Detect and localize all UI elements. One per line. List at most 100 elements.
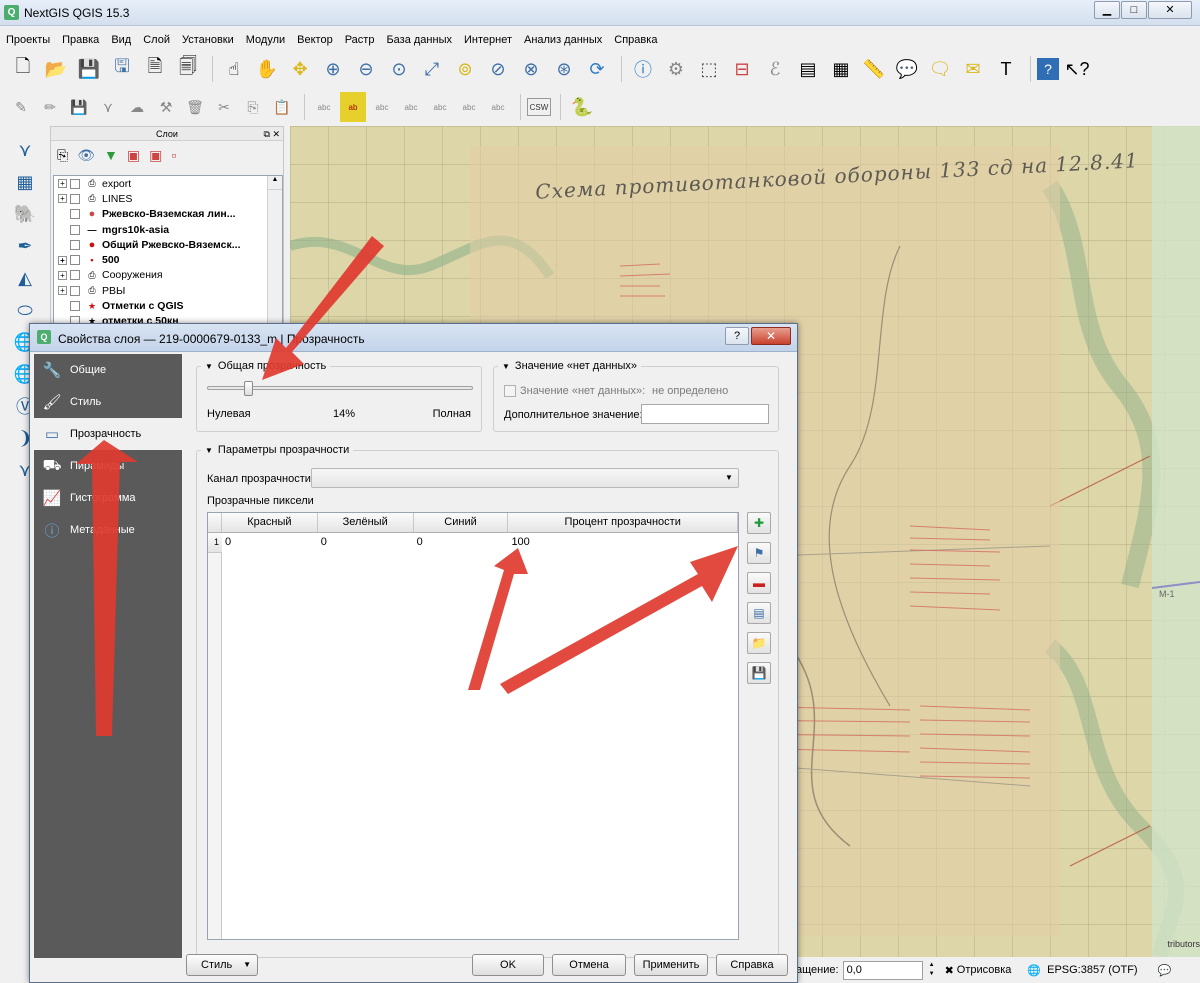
expand-toggle[interactable]: +	[58, 194, 67, 204]
nav-metadata[interactable]: ⓘ Метаданные	[34, 514, 182, 546]
save-edits-icon[interactable]: 💾	[66, 92, 92, 122]
crs-label[interactable]: EPSG:3857 (OTF)	[1047, 964, 1137, 976]
column-header[interactable]: Синий	[414, 513, 509, 532]
menu-vector[interactable]: Вектор	[291, 31, 339, 49]
move-feature-icon[interactable]: ☁	[124, 92, 150, 122]
new-project-icon[interactable]: 🗋	[8, 54, 38, 84]
expand-toggle[interactable]: +	[58, 270, 67, 280]
layer-item[interactable]: + ⎙ РВЫ	[54, 283, 282, 298]
label-icon[interactable]: abc	[311, 92, 337, 122]
menu-raster[interactable]: Растр	[339, 31, 381, 49]
filter-legend-icon[interactable]: ▼	[104, 147, 118, 163]
composer-manager-icon[interactable]: 🗐	[173, 54, 203, 84]
zoom-native-icon[interactable]: ⊙	[384, 54, 414, 84]
nav-pyramids[interactable]: ⛟ Пирамиды	[34, 450, 182, 482]
column-header[interactable]: Красный	[222, 513, 318, 532]
pin-label-icon[interactable]: abc	[369, 92, 395, 122]
add-oracle-layer-icon[interactable]: ⬭	[8, 294, 42, 326]
zoom-in-icon[interactable]: ⊕	[318, 54, 348, 84]
percent-cell[interactable]: 100	[508, 533, 738, 553]
add-raster-layer-icon[interactable]: ▦	[8, 166, 42, 198]
green-cell[interactable]: 0	[318, 533, 414, 553]
layer-visibility-checkbox[interactable]	[70, 178, 80, 189]
highlight-label-icon[interactable]: ab	[340, 92, 366, 122]
zoom-out-icon[interactable]: ⊖	[351, 54, 381, 84]
measure-icon[interactable]: 📏	[859, 54, 889, 84]
refresh-icon[interactable]: ⟳	[582, 54, 612, 84]
select-icon[interactable]: ⬚	[694, 54, 724, 84]
collapse-triangle-icon[interactable]: ▼	[205, 362, 213, 371]
add-mssql-layer-icon[interactable]: ◭	[8, 262, 42, 294]
pan-icon[interactable]: ✋	[252, 54, 282, 84]
zoom-last-icon[interactable]: ⊗	[516, 54, 546, 84]
layer-item[interactable]: + ⎙ LINES	[54, 191, 282, 206]
table-row[interactable]: 1 0 0 0 100	[208, 533, 738, 553]
menu-layer[interactable]: Слой	[137, 31, 176, 49]
float-panel-icon[interactable]: ⧉	[264, 129, 270, 139]
annotation-icon[interactable]: 💬	[892, 54, 922, 84]
tips-icon[interactable]: 🗨	[925, 54, 955, 84]
layer-item[interactable]: ★ Отметки с QGIS	[54, 298, 282, 313]
export-file-icon[interactable]: 💾	[747, 662, 771, 684]
zoom-to-layer-icon[interactable]: ⊘	[483, 54, 513, 84]
menu-web[interactable]: Интернет	[458, 31, 518, 49]
dialog-help-button[interactable]: ?	[725, 327, 749, 345]
zoom-next-icon[interactable]: ⊛	[549, 54, 579, 84]
layer-visibility-checkbox[interactable]	[70, 193, 80, 204]
style-button[interactable]: Стиль ▼	[186, 954, 258, 976]
add-spatialite-layer-icon[interactable]: ✒	[8, 230, 42, 262]
help-button[interactable]: Справка	[716, 954, 788, 976]
remove-value-icon[interactable]: ▬	[747, 572, 771, 594]
nodata-checkbox[interactable]	[504, 385, 516, 397]
expression-icon[interactable]: ℰ	[760, 54, 790, 84]
help-icon[interactable]: ?	[1037, 58, 1059, 80]
add-feature-icon[interactable]: ⋎	[95, 92, 121, 122]
column-header[interactable]: Зелёный	[318, 513, 414, 532]
menu-analysis[interactable]: Анализ данных	[518, 31, 608, 49]
delete-selected-icon[interactable]: 🗑	[182, 92, 208, 122]
open-project-icon[interactable]: 📂	[41, 54, 71, 84]
action-icon[interactable]: ⚙	[661, 54, 691, 84]
crs-globe-icon[interactable]: 🌐	[1027, 964, 1041, 977]
blue-cell[interactable]: 0	[414, 533, 509, 553]
cut-features-icon[interactable]: ✂	[211, 92, 237, 122]
red-cell[interactable]: 0	[222, 533, 318, 553]
expand-all-icon[interactable]: ▣	[149, 147, 162, 164]
additional-value-input[interactable]	[641, 404, 769, 424]
minimize-button[interactable]: ▁	[1094, 1, 1120, 19]
layer-visibility-checkbox[interactable]	[70, 285, 80, 296]
menu-projects[interactable]: Проекты	[0, 31, 56, 49]
show-hide-label-icon[interactable]: abc	[398, 92, 424, 122]
layer-item[interactable]: + • 500	[54, 252, 282, 267]
menu-edit[interactable]: Правка	[56, 31, 105, 49]
add-vector-layer-icon[interactable]: ⋎	[8, 134, 42, 166]
bookmark-icon[interactable]: ✉	[958, 54, 988, 84]
filter-by-expression-icon[interactable]: ▣	[127, 147, 140, 164]
remove-layer-icon[interactable]: ▫	[171, 147, 176, 163]
layer-item[interactable]: + ⎙ export	[54, 176, 282, 191]
layer-visibility-checkbox[interactable]	[70, 270, 80, 281]
layer-tree-scrollbar[interactable]: ▲	[267, 176, 282, 334]
layer-item[interactable]: + ⎙ Сооружения	[54, 268, 282, 283]
nav-general[interactable]: 🔧 Общие	[34, 354, 182, 386]
zoom-full-icon[interactable]: ⤢	[417, 54, 447, 84]
copy-features-icon[interactable]: ⎘	[240, 92, 266, 122]
maximize-button[interactable]: □	[1121, 1, 1147, 19]
add-value-icon[interactable]: ✚	[747, 512, 771, 534]
expand-toggle[interactable]: +	[58, 255, 67, 265]
pan-to-selection-icon[interactable]: ✥	[285, 54, 315, 84]
add-postgis-layer-icon[interactable]: 🐘	[8, 198, 42, 230]
channel-select[interactable]: ▼	[311, 468, 739, 488]
touch-zoom-icon[interactable]: ☝	[219, 54, 249, 84]
menu-database[interactable]: База данных	[380, 31, 458, 49]
toggle-editing-icon[interactable]: ✏	[37, 92, 63, 122]
node-tool-icon[interactable]: ⚒	[153, 92, 179, 122]
expand-toggle[interactable]: +	[58, 286, 67, 296]
deselect-icon[interactable]: ⊟	[727, 54, 757, 84]
layer-visibility-checkbox[interactable]	[70, 301, 80, 312]
default-values-icon[interactable]: ▤	[747, 602, 771, 624]
apply-button[interactable]: Применить	[634, 954, 708, 976]
new-print-composer-icon[interactable]: 🗎	[140, 54, 170, 84]
cancel-button[interactable]: Отмена	[552, 954, 626, 976]
dialog-close-button[interactable]: ✕	[751, 327, 791, 345]
